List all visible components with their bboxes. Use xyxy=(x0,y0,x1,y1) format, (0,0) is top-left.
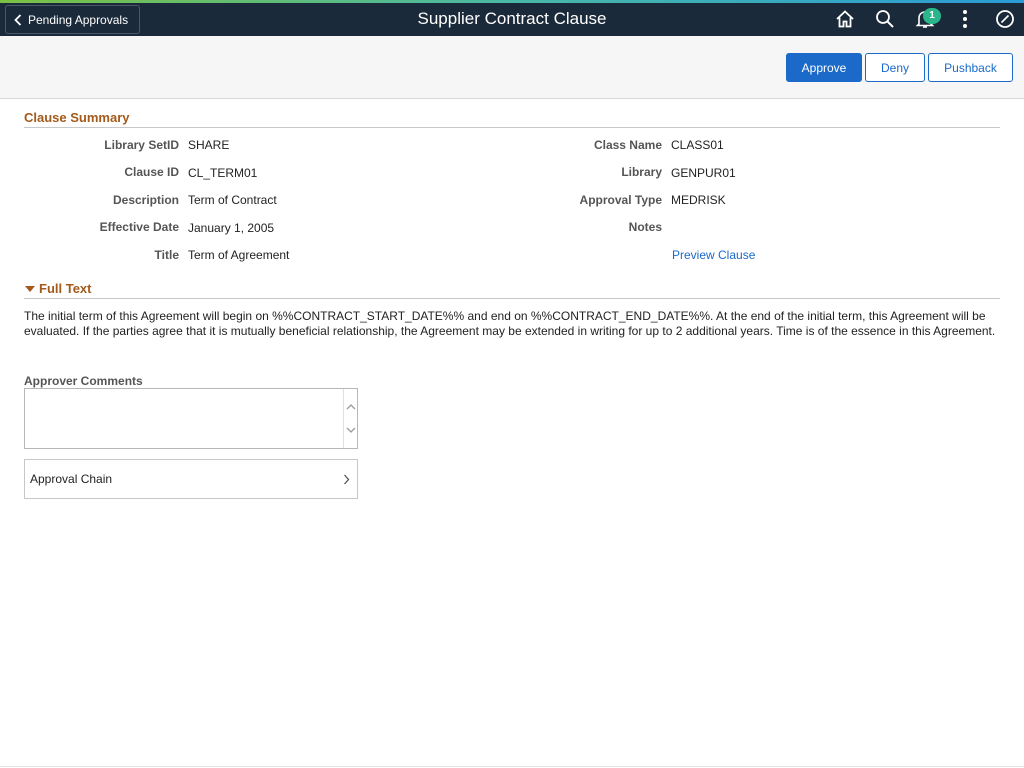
approver-comments-box xyxy=(24,388,358,449)
field-value-class-name: CLASS01 xyxy=(671,138,724,152)
field-label-title: Title xyxy=(24,248,179,262)
field-value-effective-date: January 1, 2005 xyxy=(188,221,274,235)
action-bar: Approve Deny Pushback xyxy=(0,36,1024,99)
field-label-approval-type: Approval Type xyxy=(500,193,662,207)
field-label-clause-id: Clause ID xyxy=(24,165,179,179)
approval-chain-label: Approval Chain xyxy=(30,472,112,486)
field-value-approval-type: MEDRISK xyxy=(671,193,726,207)
field-label-library: Library xyxy=(500,165,662,179)
field-value-clause-id: CL_TERM01 xyxy=(188,166,257,180)
approve-button[interactable]: Approve xyxy=(786,53,862,82)
approver-comments-label: Approver Comments xyxy=(24,374,143,388)
chevron-right-icon xyxy=(343,474,350,485)
more-vertical-icon[interactable] xyxy=(954,8,976,30)
deny-button[interactable]: Deny xyxy=(865,53,925,82)
preview-clause-link[interactable]: Preview Clause xyxy=(672,248,755,262)
approval-chain-row[interactable]: Approval Chain xyxy=(24,459,358,499)
field-value-description: Term of Contract xyxy=(188,193,277,207)
clause-summary-title: Clause Summary xyxy=(24,110,130,125)
scroll-down-icon[interactable] xyxy=(346,425,356,435)
full-text-toggle[interactable]: Full Text xyxy=(24,281,91,296)
field-label-notes: Notes xyxy=(500,220,662,234)
triangle-down-icon xyxy=(24,284,36,294)
chevron-left-icon xyxy=(14,14,22,26)
header-accent-line xyxy=(0,0,1024,3)
scroll-up-icon[interactable] xyxy=(346,401,356,411)
clause-full-text: The initial term of this Agreement will … xyxy=(24,309,1000,338)
full-text-title: Full Text xyxy=(39,281,91,296)
home-icon[interactable] xyxy=(834,8,856,30)
approver-comments-input[interactable] xyxy=(25,389,343,448)
field-label-description: Description xyxy=(24,193,179,207)
pushback-button[interactable]: Pushback xyxy=(928,53,1013,82)
field-value-library: GENPUR01 xyxy=(671,166,736,180)
search-icon[interactable] xyxy=(874,8,896,30)
section-divider xyxy=(24,298,1000,299)
textarea-scrollbar[interactable] xyxy=(343,389,357,448)
field-label-class-name: Class Name xyxy=(500,138,662,152)
field-value-title: Term of Agreement xyxy=(188,248,289,262)
bottom-divider xyxy=(0,766,1024,767)
back-button[interactable]: Pending Approvals xyxy=(5,5,140,34)
field-label-library-setid: Library SetID xyxy=(24,138,179,152)
navbar-compass-icon[interactable] xyxy=(994,8,1016,30)
section-divider xyxy=(24,127,1000,128)
back-button-label: Pending Approvals xyxy=(28,13,128,27)
page-title: Supplier Contract Clause xyxy=(312,9,712,29)
notification-badge: 1 xyxy=(923,8,941,24)
field-value-library-setid: SHARE xyxy=(188,138,229,152)
field-label-effective-date: Effective Date xyxy=(24,220,179,234)
